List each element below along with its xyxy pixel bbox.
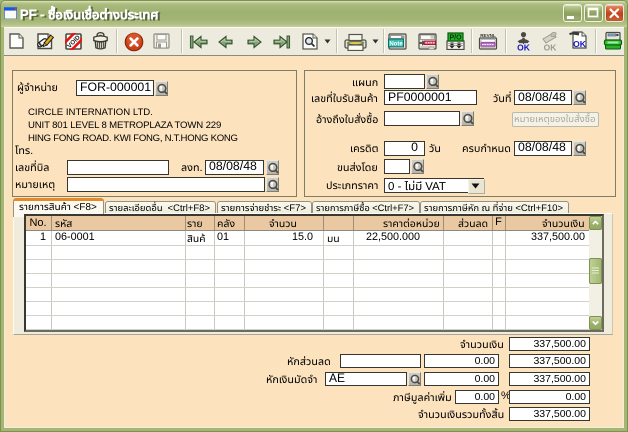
svg-text:OK: OK: [573, 39, 587, 49]
svg-text:REVNL: REVNL: [480, 33, 496, 38]
svg-text:Note: Note: [389, 42, 403, 48]
svg-text:OK: OK: [544, 43, 558, 52]
svg-text:P/O: P/O: [449, 35, 462, 42]
svg-text:OK: OK: [517, 43, 531, 52]
